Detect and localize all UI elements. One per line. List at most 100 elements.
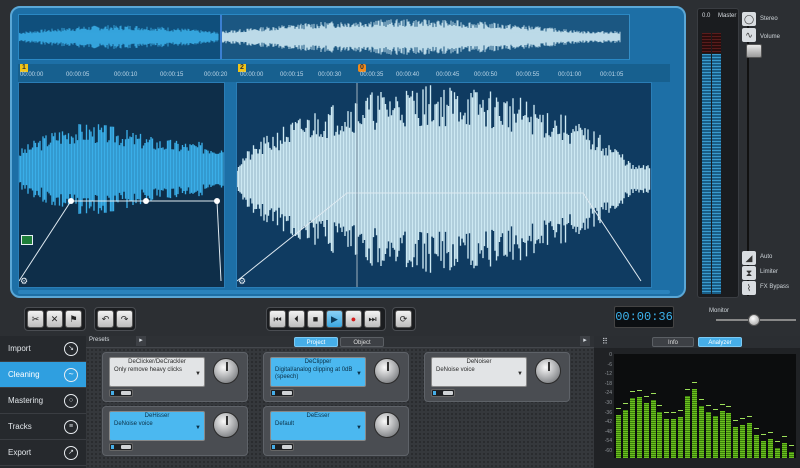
db-scale-label: -54 (604, 438, 612, 445)
scissors-icon: ✂ (31, 314, 40, 324)
deesser-module: DeEsser Default ▼ (263, 406, 409, 456)
fx-bypass-button[interactable]: ⌇ (742, 281, 756, 295)
waveform-editor[interactable]: 1 2 0 00:00:00 00:00:05 00:00:10 00:00:15 00… (10, 6, 686, 298)
overview-viewport[interactable] (220, 15, 630, 59)
grid-icon[interactable]: ⠿ (602, 337, 608, 346)
spectrum-peak (685, 388, 690, 390)
delete-button[interactable]: ✕ (46, 310, 63, 328)
limiter-icon: ⧗ (745, 268, 753, 278)
spectrum-bar (740, 424, 746, 458)
db-scale-label: -42 (604, 419, 612, 426)
auto-button[interactable]: ◢ (742, 251, 756, 265)
go-to-start-button[interactable]: ⏮ (269, 310, 286, 328)
spectrum-bar (733, 426, 739, 458)
go-to-end-button[interactable]: ⏭ (364, 310, 381, 328)
dehisser-toggle[interactable] (109, 443, 133, 451)
declicker-toggle[interactable] (109, 389, 133, 397)
presets-menu-icon[interactable]: ▸ (136, 336, 146, 346)
clip-indicator-left (702, 33, 711, 53)
declicker-preset-select[interactable]: DeClicker/DeCrackler Only remove heavy c… (109, 357, 205, 387)
clip-1-settings-icon[interactable]: ⚙ (20, 276, 30, 286)
clip-2-settings-icon[interactable]: ⚙ (238, 276, 248, 286)
redo-icon: ↷ (120, 314, 129, 324)
declipper-value: Digital/analog clipping at 0dB (speech) (275, 367, 353, 380)
spectrum-bar (767, 439, 773, 458)
mastering-icon: ○ (64, 394, 78, 408)
declicker-module: DeClicker/DeCrackler Only remove heavy c… (102, 352, 248, 402)
stereo-icon: ◯ (743, 14, 755, 24)
stop-button[interactable]: ■ (307, 310, 324, 328)
fade-handle-icon[interactable] (21, 235, 33, 245)
audio-clip-1[interactable]: ⚙ (18, 82, 225, 288)
nav-cleaning[interactable]: Cleaning ∼ (0, 362, 86, 388)
tab-analyzer[interactable]: Analyzer (698, 337, 742, 347)
spectrum-bar (685, 395, 690, 458)
declipper-module: DeClipper Digital/analog clipping at 0dB… (263, 352, 409, 402)
declicker-amount-knob[interactable] (213, 358, 239, 384)
marker-2[interactable]: 2 (238, 64, 246, 72)
marker-1[interactable]: 1 (20, 64, 28, 72)
loop-button[interactable]: ⟳ (395, 310, 412, 328)
nav-import[interactable]: Import ↘ (0, 336, 86, 362)
previous-marker-button[interactable]: ⏴ (288, 310, 305, 328)
rack-menu-icon[interactable]: ▸ (580, 336, 590, 346)
tab-project[interactable]: Project (294, 337, 338, 347)
limiter-button[interactable]: ⧗ (742, 266, 756, 280)
playhead-marker[interactable]: 0 (358, 64, 366, 72)
deesser-preset-select[interactable]: DeEsser Default ▼ (270, 411, 366, 441)
spectrum-bar (616, 415, 621, 458)
denoiser-module: DeNoiser DeNoise voice ▼ (424, 352, 570, 402)
dehisser-amount-knob[interactable] (213, 412, 239, 438)
workflow-nav: Import ↘ Cleaning ∼ Mastering ○ Tracks ≡… (0, 336, 86, 468)
record-button[interactable]: ● (345, 310, 362, 328)
spectrum-peak (781, 436, 787, 438)
marker-button[interactable]: ⚑ (65, 310, 82, 328)
spectrum-bar (622, 410, 628, 458)
dehisser-preset-select[interactable]: DeHisser DeNoise voice ▼ (109, 411, 205, 441)
volume-button[interactable]: ∿ (742, 28, 756, 42)
skip-forward-icon: ⏭ (368, 314, 377, 324)
cut-button[interactable]: ✂ (27, 310, 44, 328)
spectrum-bar (754, 435, 759, 458)
ruler-tick-label: 00:00:00 (240, 72, 264, 78)
spectrum-peak (733, 419, 739, 421)
spectrum-bar (691, 389, 697, 458)
master-fader-handle[interactable] (746, 44, 762, 58)
horizontal-scrollbar[interactable] (18, 290, 670, 294)
spectrum-bar (678, 417, 684, 458)
nav-mastering[interactable]: Mastering ○ (0, 388, 86, 414)
spectrum-bar (788, 451, 794, 458)
ruler-tick-label: 00:00:20 (204, 72, 228, 78)
waveform-overview[interactable] (18, 14, 630, 60)
spectrum-peak (657, 405, 663, 407)
cleaning-icon: ∼ (64, 368, 78, 382)
deesser-amount-knob[interactable] (374, 412, 400, 438)
audio-clip-2[interactable]: ⚙ (236, 82, 652, 288)
declipper-toggle[interactable] (270, 389, 294, 397)
db-scale-label: -60 (604, 448, 612, 454)
play-button[interactable]: ▶ (326, 310, 343, 328)
envelope-point (143, 198, 149, 204)
declipper-amount-knob[interactable] (374, 358, 400, 384)
denoiser-toggle[interactable] (431, 389, 455, 397)
tab-object[interactable]: Object (340, 337, 384, 347)
redo-button[interactable]: ↷ (116, 310, 133, 328)
spectrum-peak (740, 417, 746, 419)
deesser-toggle[interactable] (270, 443, 294, 451)
declipper-preset-select[interactable]: DeClipper Digital/analog clipping at 0dB… (270, 357, 366, 387)
nav-tracks[interactable]: Tracks ≡ (0, 414, 86, 440)
spectrum-bar (643, 402, 649, 458)
skip-back-icon: ⏮ (273, 314, 282, 324)
undo-button[interactable]: ↶ (97, 310, 114, 328)
ruler-tick-label: 00:00:05 (66, 72, 90, 78)
nav-export[interactable]: Export ↗ (0, 440, 86, 466)
denoiser-preset-select[interactable]: DeNoiser DeNoise voice ▼ (431, 357, 527, 387)
spectrum-peak (622, 403, 628, 405)
declicker-title: DeClicker/DeCrackler (128, 359, 186, 365)
fx-bypass-label: FX Bypass (760, 284, 790, 290)
monitor-slider-handle[interactable] (748, 314, 760, 326)
denoiser-amount-knob[interactable] (535, 358, 561, 384)
stereo-button[interactable]: ◯ (742, 12, 756, 26)
timeline-ruler[interactable]: 1 2 0 00:00:00 00:00:05 00:00:10 00:00:15 00… (18, 64, 670, 82)
tab-info[interactable]: Info (652, 337, 694, 347)
